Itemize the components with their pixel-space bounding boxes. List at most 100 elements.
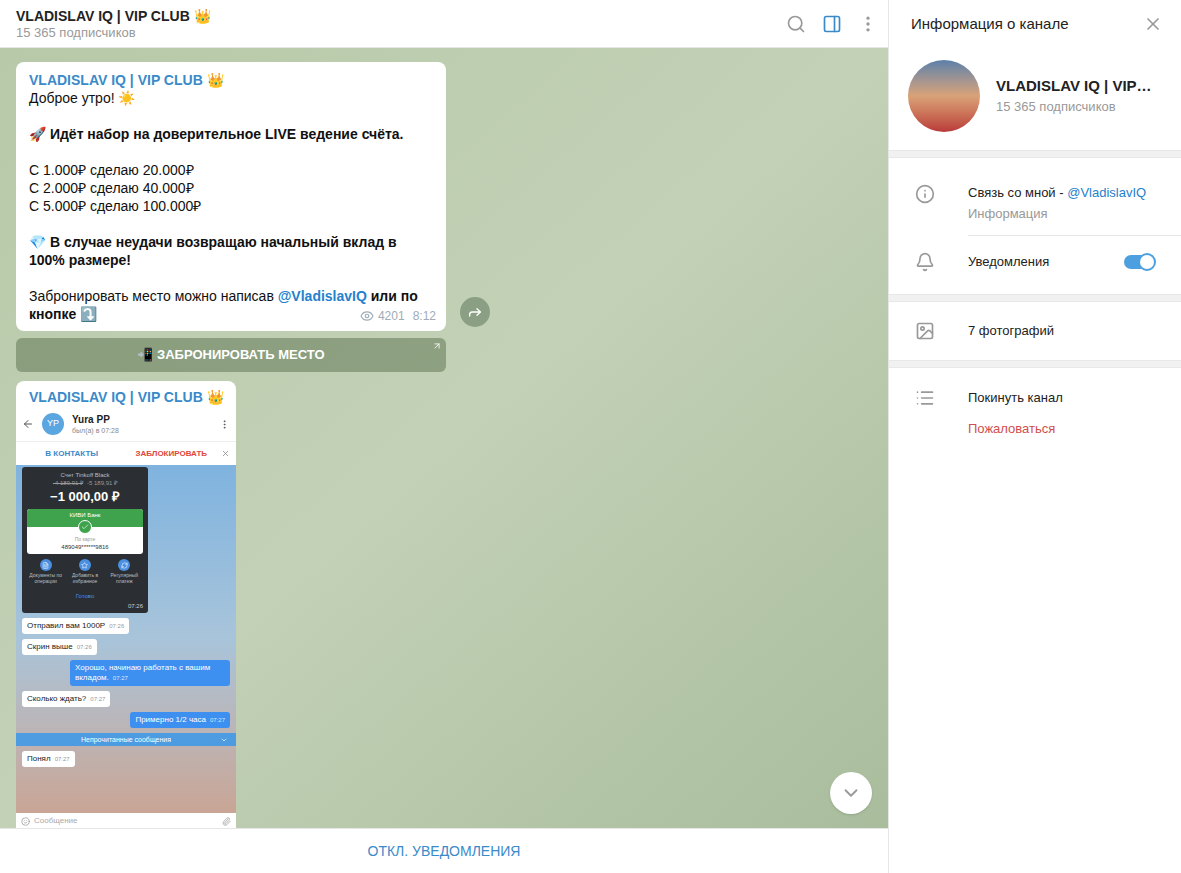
photos-row[interactable]: 7 фотографий bbox=[889, 302, 1181, 360]
input-placeholder: Сообщение bbox=[34, 816, 218, 826]
paragraph: 🚀 Идёт набор на доверительное LIVE веден… bbox=[29, 125, 433, 143]
old-balance: -4 189,91 ₽ bbox=[53, 479, 83, 487]
card-number: 489049******9816 bbox=[61, 543, 108, 554]
message-time: 07:27 bbox=[90, 696, 105, 702]
receipt-action-label: Документы по операции bbox=[27, 572, 64, 584]
receipt-time: 07:26 bbox=[128, 602, 143, 610]
telegram-window: VLADISLAV IQ | VIP CLUB 👑15 365 подписчи… bbox=[0, 0, 1181, 873]
info-text: Связь со мной - @VladislavIQ bbox=[968, 184, 1181, 202]
text-line: С 5.000₽ сделаю 100.000₽ bbox=[29, 197, 433, 215]
incoming-message: Понял07:27 bbox=[22, 751, 75, 767]
sender-name[interactable]: VLADISLAV IQ | VIP CLUB 👑 bbox=[16, 381, 236, 407]
contact-action: ЗАБЛОКИРОВАТЬ bbox=[122, 448, 222, 460]
bold-text: 💎 В случае неудачи возвращаю начальный в… bbox=[29, 234, 397, 268]
channel-title[interactable]: VLADISLAV IQ | VIP CLUB 👑 bbox=[16, 7, 786, 25]
contact-name: Yura PP bbox=[72, 414, 211, 426]
info-label: Информация bbox=[968, 205, 1181, 223]
scroll-down-button[interactable] bbox=[830, 772, 872, 814]
receipt-action[interactable]: Документы по операции bbox=[27, 559, 64, 584]
back-icon bbox=[22, 418, 34, 430]
bold-text: 🚀 Идёт набор на доверительное LIVE веден… bbox=[29, 126, 404, 142]
payment-method: По карте bbox=[75, 536, 96, 543]
done-button[interactable]: Готово bbox=[76, 592, 95, 600]
info-row: Связь со мной - @VladislavIQ Информация bbox=[889, 158, 1181, 236]
text: Забронировать место можно написав bbox=[29, 288, 278, 304]
chat-column: VLADISLAV IQ | VIP CLUB 👑15 365 подписчи… bbox=[0, 0, 888, 873]
text: С 1.000₽ сделаю 20.000₽ bbox=[29, 162, 194, 178]
search-icon[interactable] bbox=[786, 14, 806, 34]
text: С 5.000₽ сделаю 100.000₽ bbox=[29, 198, 201, 214]
photos-label: 7 фотографий bbox=[968, 321, 1054, 341]
chat-area: VLADISLAV IQ | VIP CLUB 👑Доброе утро! ☀️… bbox=[0, 48, 888, 828]
panel-title: Информация о канале bbox=[911, 13, 1143, 36]
chat-screenshot: YPYura PPбыл(а) в 07:28В КОНТАКТЫЗАБЛОКИ… bbox=[16, 407, 236, 828]
receipt-action[interactable]: Добавить в избранное bbox=[66, 559, 103, 584]
receipt-action-label: Добавить в избранное bbox=[66, 572, 103, 584]
incoming-message: Отправил вам 1000Р07:26 bbox=[22, 618, 129, 634]
panel-header: Информация о канале bbox=[889, 0, 1181, 48]
leave-row[interactable]: Покинуть канал bbox=[889, 368, 1181, 414]
contact-status: был(а) в 07:28 bbox=[72, 426, 211, 435]
close-icon[interactable] bbox=[1143, 14, 1163, 34]
outgoing-message: Хорошо, начинаю работать с вашим вкладом… bbox=[70, 660, 230, 686]
bank-card: КИВИ Банк По карте489049******9816 bbox=[27, 509, 143, 554]
message-meta: 4201 8:12 bbox=[360, 307, 436, 325]
screenshot-header: YP Yura PPбыл(а) в 07:28 bbox=[16, 407, 236, 441]
more-icon[interactable] bbox=[858, 14, 878, 34]
subscriber-count: 15 365 подписчиков bbox=[996, 98, 1152, 116]
message-time: 07:27 bbox=[210, 717, 225, 723]
emoji-icon bbox=[21, 817, 30, 826]
notifications-label: Уведомления bbox=[968, 252, 1124, 272]
text-line: С 1.000₽ сделаю 20.000₽ bbox=[29, 161, 433, 179]
paragraph: Доброе утро! ☀️ bbox=[29, 89, 433, 107]
message-time: 07:26 bbox=[77, 644, 92, 650]
message-time: 07:26 bbox=[109, 623, 124, 629]
contact-avatar: YP bbox=[42, 413, 64, 435]
receipt-action[interactable]: Регулярный платеж bbox=[106, 559, 143, 584]
message-bubble: VLADISLAV IQ | VIP CLUB 👑Доброе утро! ☀️… bbox=[16, 62, 446, 331]
close-icon bbox=[221, 449, 230, 458]
message-time: 07:27 bbox=[113, 675, 128, 681]
text-line: Доброе утро! ☀️ bbox=[29, 89, 433, 107]
notifications-row[interactable]: Уведомления bbox=[889, 236, 1181, 294]
notifications-toggle[interactable] bbox=[1124, 255, 1154, 269]
list-icon bbox=[915, 388, 935, 408]
bottom-bar[interactable]: ОТКЛ. УВЕДОМЛЕНИЯ bbox=[0, 828, 888, 873]
username-link[interactable]: @VladislavIQ bbox=[278, 288, 367, 304]
post: VLADISLAV IQ | VIP CLUB 👑Доброе утро! ☀️… bbox=[16, 62, 872, 372]
paragraph: 💎 В случае неудачи возвращаю начальный в… bbox=[29, 233, 433, 269]
channel-name: VLADISLAV IQ | VIP… bbox=[996, 76, 1152, 96]
view-count: 4201 bbox=[378, 307, 405, 325]
report-label: Пожаловаться bbox=[968, 419, 1055, 439]
channel-avatar[interactable] bbox=[908, 60, 980, 132]
text: Доброе утро! ☀️ bbox=[29, 90, 135, 106]
mute-button[interactable]: ОТКЛ. УВЕДОМЛЕНИЯ bbox=[368, 841, 521, 862]
attach-icon bbox=[222, 817, 231, 826]
sender-name[interactable]: VLADISLAV IQ | VIP CLUB 👑 bbox=[29, 71, 433, 89]
new-balance: -5 189,91 ₽ bbox=[87, 479, 117, 487]
side-panel-icon[interactable] bbox=[822, 14, 842, 34]
subscriber-count: 15 365 подписчиков bbox=[16, 25, 786, 41]
receipt-screenshot: Счет Tinkoff Black-4 189,91 ₽-5 189,91 ₽… bbox=[22, 467, 148, 613]
book-button-label: 📲 ЗАБРОНИРОВАТЬ МЕСТО bbox=[137, 345, 324, 365]
share-button[interactable] bbox=[460, 297, 490, 327]
report-row[interactable]: Пожаловаться bbox=[889, 414, 1181, 444]
message-time: 8:12 bbox=[413, 307, 436, 325]
receipt-action-label: Регулярный платеж bbox=[106, 572, 143, 584]
amount: −1 000,00 ₽ bbox=[50, 489, 120, 505]
paragraph: С 1.000₽ сделаю 20.000₽ С 2.000₽ сделаю 4… bbox=[29, 161, 433, 215]
photo-post: VLADISLAV IQ | VIP CLUB 👑 YP Yura PPбыл(а)… bbox=[16, 381, 236, 828]
views-icon bbox=[360, 309, 374, 323]
bank-name: КИВИ Банк bbox=[69, 511, 100, 519]
action-icon bbox=[81, 562, 88, 569]
contact-link[interactable]: @VladislavIQ bbox=[1067, 185, 1146, 200]
share-icon bbox=[467, 304, 483, 320]
message-input: Сообщение bbox=[16, 813, 236, 828]
book-button[interactable]: 📲 ЗАБРОНИРОВАТЬ МЕСТО bbox=[16, 338, 446, 372]
text-line: С 2.000₽ сделаю 40.000₽ bbox=[29, 179, 433, 197]
unread-divider: Непрочитанные сообщения bbox=[16, 733, 236, 746]
message-time: 07:27 bbox=[55, 756, 70, 762]
bell-icon bbox=[915, 252, 935, 272]
photo-icon bbox=[915, 321, 935, 341]
text: С 2.000₽ сделаю 40.000₽ bbox=[29, 180, 194, 196]
